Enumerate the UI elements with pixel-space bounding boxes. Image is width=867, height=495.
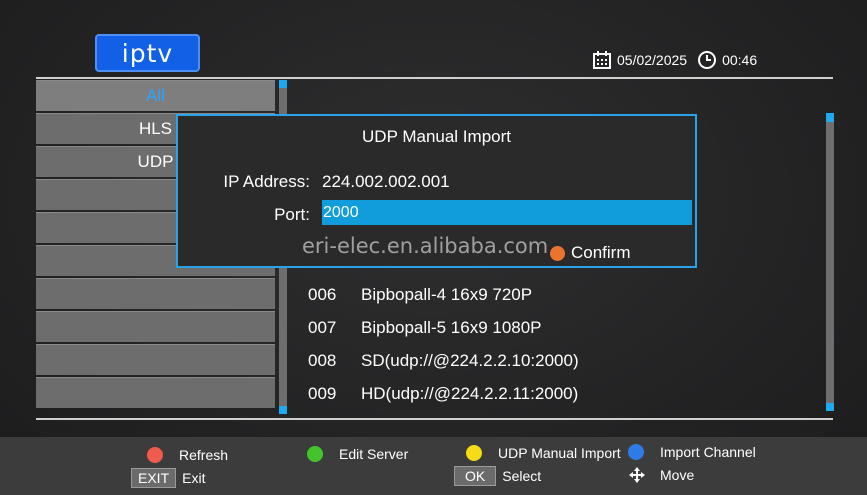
footer-help-bar: Refresh Edit Server UDP Manual Import Im… — [0, 437, 867, 495]
sidebar-item-all[interactable]: All — [36, 80, 275, 111]
udp-manual-import-label: UDP Manual Import — [498, 445, 621, 461]
scroll-down-marker — [279, 406, 287, 414]
list-item[interactable]: 007 Bipbopall-5 16x9 1080P — [308, 311, 818, 344]
channel-name: Bipbopall-4 16x9 720P — [361, 284, 533, 304]
watermark: eri-elec.en.alibaba.com — [302, 234, 549, 258]
port-value: 2000 — [323, 204, 359, 221]
udp-import-dialog: UDP Manual Import IP Address: 224.002.00… — [176, 114, 697, 268]
footer-divider — [36, 418, 833, 420]
time-text: 00:46 — [722, 52, 758, 68]
confirm-button[interactable]: Confirm — [550, 243, 631, 263]
port-label: Port: — [274, 205, 310, 224]
exit-label: Exit — [182, 470, 206, 486]
ok-key: OK — [454, 466, 497, 486]
datetime: 05/02/2025 00:46 — [592, 50, 757, 70]
channel-number: 009 — [308, 383, 337, 403]
edit-server-hint[interactable]: Edit Server — [307, 446, 408, 462]
sidebar-item-empty[interactable] — [36, 344, 275, 375]
select-hint[interactable]: OK Select — [454, 466, 541, 486]
exit-hint[interactable]: EXIT Exit — [131, 468, 205, 488]
confirm-label: Confirm — [571, 243, 631, 262]
orange-button-icon — [550, 245, 565, 261]
import-channel-hint[interactable]: Import Channel — [628, 444, 756, 460]
channel-name: SD(udp://@224.2.2.10:2000) — [361, 350, 579, 370]
date-text: 05/02/2025 — [617, 52, 688, 68]
udp-manual-import-hint[interactable]: UDP Manual Import — [466, 445, 621, 461]
channel-name: HD(udp://@224.2.2.11:2000) — [361, 383, 579, 403]
ip-address-label: IP Address: — [223, 172, 310, 191]
list-item[interactable]: 006 Bipbopall-4 16x9 720P — [308, 278, 818, 311]
list-item[interactable]: 008 SD(udp://@224.2.2.10:2000) — [308, 344, 818, 377]
red-button-icon — [147, 447, 163, 463]
scroll-end-marker — [826, 403, 834, 411]
iptv-logo: iptv — [95, 34, 200, 72]
channel-list: 006 Bipbopall-4 16x9 720P 007 Bipbopall-… — [308, 278, 818, 410]
move-hint[interactable]: Move — [628, 466, 694, 484]
sidebar-item-empty[interactable] — [36, 311, 275, 342]
edit-server-label: Edit Server — [339, 446, 409, 462]
move-arrows-icon — [629, 467, 645, 483]
sidebar-item-empty[interactable] — [36, 377, 275, 408]
list-item[interactable]: 009 HD(udp://@224.2.2.11:2000) — [308, 377, 818, 410]
sidebar-item-empty[interactable] — [36, 278, 275, 309]
move-label: Move — [660, 467, 695, 483]
select-label: Select — [502, 468, 542, 484]
import-channel-label: Import Channel — [660, 444, 756, 460]
dialog-title: UDP Manual Import — [362, 127, 511, 146]
channel-scrollbar[interactable] — [826, 113, 834, 411]
scroll-thumb[interactable] — [826, 113, 834, 122]
green-button-icon — [307, 446, 323, 462]
blue-button-icon — [628, 444, 644, 460]
sidebar-item-label: UDP — [137, 152, 174, 171]
port-input[interactable]: 2000 — [322, 200, 692, 225]
exit-key: EXIT — [131, 468, 177, 488]
refresh-hint[interactable]: Refresh — [147, 447, 228, 463]
sidebar-item-label: All — [146, 86, 165, 105]
header-divider — [36, 77, 833, 79]
scroll-up-marker — [279, 80, 287, 88]
ip-address-field[interactable]: 224.002.002.001 — [322, 172, 450, 192]
channel-name: Bipbopall-5 16x9 1080P — [361, 317, 542, 337]
channel-number: 006 — [308, 284, 337, 304]
calendar-icon — [593, 51, 611, 69]
yellow-button-icon — [466, 445, 482, 461]
clock-icon — [698, 51, 717, 69]
channel-number: 008 — [308, 350, 337, 370]
sidebar-item-label: HLS — [138, 119, 173, 138]
refresh-label: Refresh — [179, 447, 229, 463]
channel-number: 007 — [308, 317, 337, 337]
